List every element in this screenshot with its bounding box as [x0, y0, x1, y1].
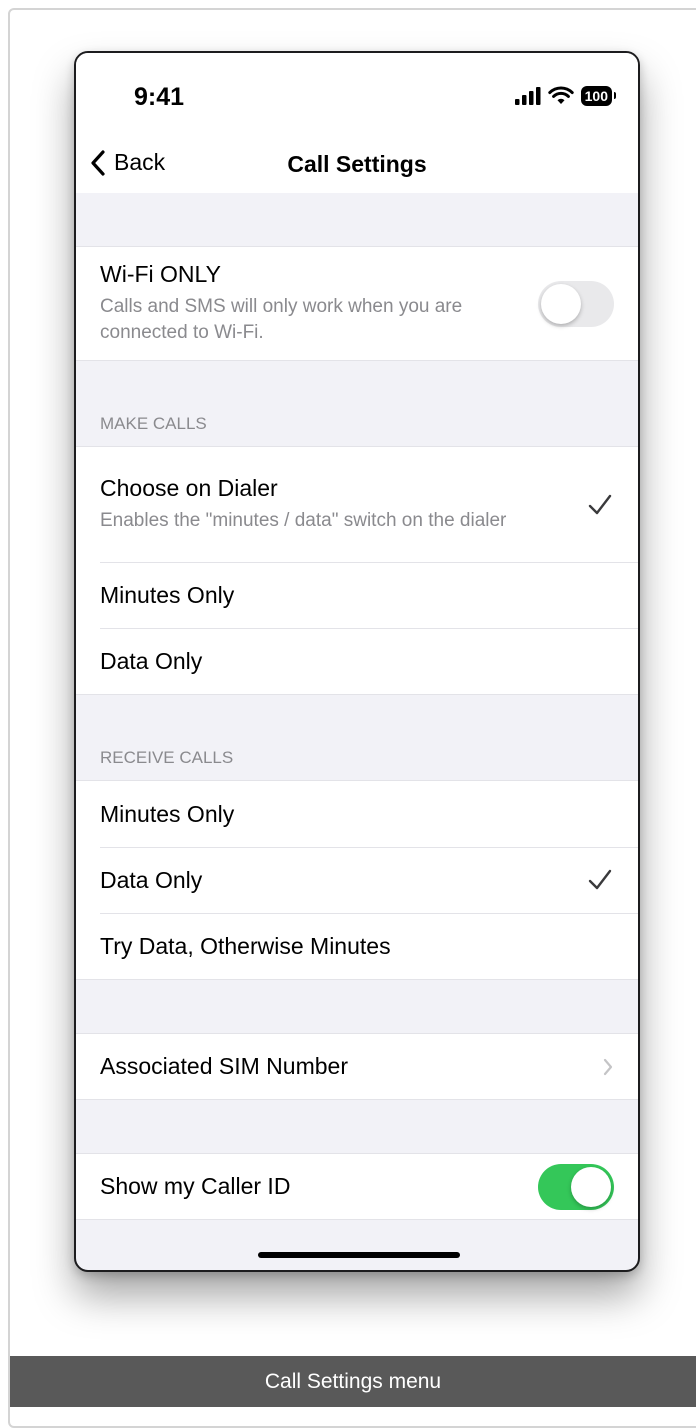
wifi-only-row[interactable]: Wi-Fi ONLY Calls and SMS will only work … [76, 247, 638, 360]
wifi-icon [547, 86, 574, 104]
option-title: Choose on Dialer [100, 475, 278, 501]
caller-id-title: Show my Caller ID [100, 1173, 291, 1199]
status-bar: 9:41 100 [76, 53, 638, 145]
caller-id-group: Show my Caller ID [76, 1153, 638, 1220]
associated-sim-number-row[interactable]: Associated SIM Number [76, 1034, 638, 1099]
option-title: Data Only [100, 647, 203, 674]
checkmark-icon [588, 494, 612, 514]
receive-calls-option-try-data[interactable]: Try Data, Otherwise Minutes [76, 913, 638, 979]
checkmark-icon [588, 869, 612, 890]
make-calls-option-minutes-only[interactable]: Minutes Only [76, 562, 638, 628]
receive-calls-header: RECEIVE CALLS [100, 748, 234, 767]
option-title: Minutes Only [100, 800, 235, 827]
receive-calls-option-data-only[interactable]: Data Only [76, 847, 638, 913]
battery-icon: 100 [580, 86, 617, 106]
figure-caption: Call Settings menu [10, 1356, 696, 1407]
show-caller-id-row[interactable]: Show my Caller ID [76, 1154, 638, 1219]
sim-group: Associated SIM Number [76, 1033, 638, 1100]
receive-calls-option-minutes-only[interactable]: Minutes Only [76, 781, 638, 847]
make-calls-option-choose-on-dialer[interactable]: Choose on Dialer Enables the "minutes / … [76, 447, 638, 562]
receive-calls-group: Minutes Only Data Only Try Data, Otherwi… [76, 780, 638, 980]
page-title: Call Settings [287, 151, 427, 177]
make-calls-header: MAKE CALLS [100, 414, 207, 433]
wifi-only-group: Wi-Fi ONLY Calls and SMS will only work … [76, 246, 638, 361]
status-icons: 100 [514, 86, 617, 106]
option-description: Enables the "minutes / data" switch on t… [100, 510, 507, 531]
caller-id-toggle[interactable] [538, 1163, 614, 1210]
phone-screen: 9:41 100 Back Call Settings Wi-Fi ONLY C… [74, 51, 640, 1272]
home-indicator [258, 1252, 460, 1258]
make-calls-option-data-only[interactable]: Data Only [76, 628, 638, 694]
make-calls-group: Choose on Dialer Enables the "minutes / … [76, 446, 638, 695]
option-title: Minutes Only [100, 581, 235, 608]
wifi-only-toggle[interactable] [538, 280, 614, 327]
cellular-signal-icon [514, 87, 541, 105]
wifi-only-title: Wi-Fi ONLY [100, 261, 221, 287]
option-title: Try Data, Otherwise Minutes [100, 932, 391, 959]
chevron-right-icon [603, 1058, 613, 1075]
settings-list: Wi-Fi ONLY Calls and SMS will only work … [76, 193, 638, 1220]
sim-title: Associated SIM Number [100, 1053, 348, 1079]
status-time: 9:41 [134, 83, 185, 111]
option-title: Data Only [100, 866, 203, 893]
navigation-bar: Back Call Settings [76, 145, 638, 193]
wifi-only-description: Calls and SMS will only work when you ar… [100, 296, 463, 343]
